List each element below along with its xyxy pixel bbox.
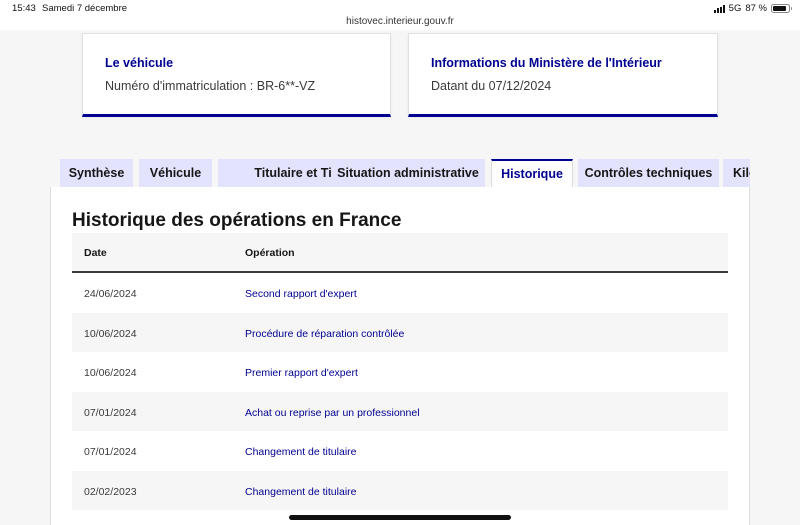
table-header: Date Opération bbox=[72, 233, 728, 273]
table-row: 02/02/2023 Changement de titulaire bbox=[72, 470, 728, 510]
tab-controles[interactable]: Contrôles techniques bbox=[578, 159, 719, 187]
row-date: 24/06/2024 bbox=[84, 288, 137, 300]
vehicle-card: Le véhicule Numéro d'immatriculation : B… bbox=[82, 33, 391, 117]
column-header-date: Date bbox=[84, 247, 107, 259]
ministry-card-title: Informations du Ministère de l'Intérieur bbox=[431, 56, 662, 70]
vehicle-card-title: Le véhicule bbox=[105, 56, 174, 70]
row-date: 10/06/2024 bbox=[84, 327, 137, 340]
battery-icon bbox=[771, 4, 792, 13]
row-date: 02/02/2023 bbox=[84, 485, 137, 498]
data-date: Datant du 07/12/2024 bbox=[431, 79, 552, 93]
row-operation-link[interactable]: Second rapport d'expert bbox=[245, 288, 357, 300]
row-date: 07/01/2024 bbox=[84, 406, 137, 419]
row-operation-link[interactable]: Procédure de réparation contrôlée bbox=[245, 328, 404, 340]
status-date: Samedi 7 décembre bbox=[42, 3, 128, 14]
registration-number: Numéro d'immatriculation : BR-6**-VZ bbox=[105, 79, 316, 93]
tab-situation[interactable]: Situation administrative bbox=[331, 159, 485, 187]
battery-level bbox=[773, 6, 787, 11]
battery-percent: 87 % bbox=[745, 3, 767, 14]
table-body: 24/06/2024 Second rapport d'expert 10/06… bbox=[72, 273, 728, 525]
row-operation-link[interactable]: Changement de titulaire bbox=[245, 486, 357, 498]
status-bar: 15:43 Samedi 7 décembre histovec.interie… bbox=[0, 0, 800, 30]
section-title: Historique des opérations en France bbox=[72, 210, 402, 231]
table-row: 10/06/2024 Procédure de réparation contr… bbox=[72, 312, 728, 352]
row-date: 10/06/2024 bbox=[84, 367, 137, 379]
status-indicators: 5G 87 % bbox=[713, 3, 792, 14]
tab-synthese[interactable]: Synthèse bbox=[60, 159, 133, 187]
row-operation-link[interactable]: Achat ou reprise par un professionnel bbox=[245, 407, 420, 419]
tab-vehicule[interactable]: Véhicule bbox=[139, 159, 212, 187]
row-date: 07/01/2024 bbox=[84, 446, 137, 458]
row-operation-link[interactable]: Changement de titulaire bbox=[245, 446, 357, 458]
tab-historique[interactable]: Historique bbox=[491, 159, 573, 187]
table-row: 07/01/2024 Changement de titulaire bbox=[72, 431, 728, 471]
network-label: 5G bbox=[728, 3, 742, 14]
table-row: 07/01/2024 Achat ou reprise par un profe… bbox=[72, 391, 728, 431]
history-table: Date Opération 24/06/2024 Second rapport… bbox=[72, 233, 728, 525]
row-operation-link[interactable]: Premier rapport d'expert bbox=[245, 367, 358, 379]
column-header-operation: Opération bbox=[245, 247, 295, 259]
address-bar-url[interactable]: histovec.interieur.gouv.fr bbox=[0, 16, 800, 27]
table-row: 24/06/2024 Second rapport d'expert bbox=[72, 273, 728, 313]
signal-icon bbox=[713, 4, 725, 13]
tab-kilometrage[interactable]: Kilométrage bbox=[723, 159, 750, 187]
ministry-card: Informations du Ministère de l'Intérieur… bbox=[408, 33, 718, 117]
home-indicator[interactable] bbox=[289, 515, 511, 520]
tab-bar: Synthèse Véhicule Titulaire et Titre Sit… bbox=[60, 159, 750, 187]
status-time: 15:43 bbox=[12, 3, 36, 14]
table-row: 10/06/2024 Premier rapport d'expert bbox=[72, 352, 728, 392]
